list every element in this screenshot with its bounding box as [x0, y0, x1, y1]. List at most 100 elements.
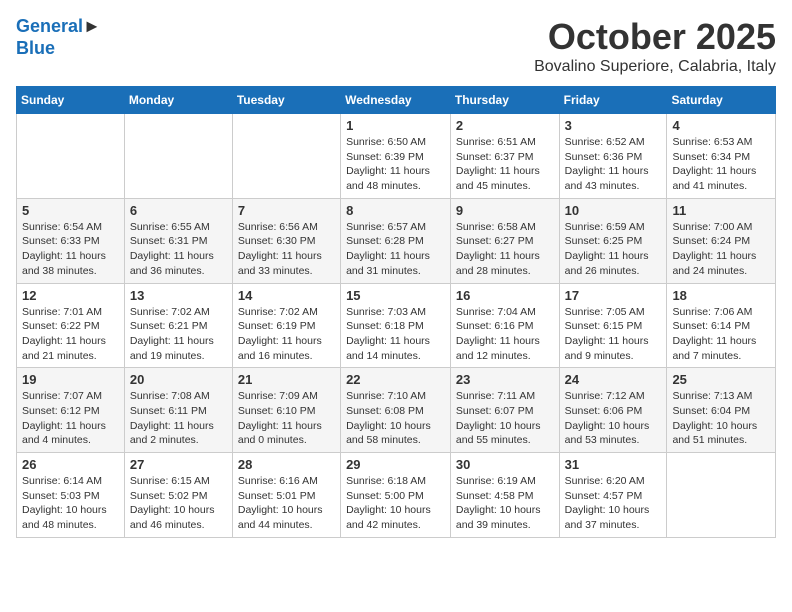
cell-info: Sunrise: 6:54 AM Sunset: 6:33 PM Dayligh… [22, 220, 119, 279]
day-number: 10 [565, 203, 662, 218]
calendar-cell: 10 Sunrise: 6:59 AM Sunset: 6:25 PM Dayli… [559, 198, 667, 283]
cell-info: Sunrise: 7:10 AM Sunset: 6:08 PM Dayligh… [346, 389, 445, 448]
cell-info: Sunrise: 6:57 AM Sunset: 6:28 PM Dayligh… [346, 220, 445, 279]
calendar-cell: 1 Sunrise: 6:50 AM Sunset: 6:39 PM Daylig… [341, 114, 451, 199]
day-number: 5 [22, 203, 119, 218]
day-number: 21 [238, 372, 335, 387]
day-number: 18 [672, 288, 770, 303]
day-number: 20 [130, 372, 227, 387]
day-number: 24 [565, 372, 662, 387]
calendar-table: SundayMondayTuesdayWednesdayThursdayFrid… [16, 86, 776, 538]
calendar-cell: 16 Sunrise: 7:04 AM Sunset: 6:16 PM Dayli… [450, 283, 559, 368]
cell-info: Sunrise: 6:19 AM Sunset: 4:58 PM Dayligh… [456, 474, 554, 533]
day-number: 9 [456, 203, 554, 218]
cell-info: Sunrise: 7:02 AM Sunset: 6:21 PM Dayligh… [130, 305, 227, 364]
calendar-cell: 9 Sunrise: 6:58 AM Sunset: 6:27 PM Daylig… [450, 198, 559, 283]
calendar-cell: 26Sunrise: 6:14 AM Sunset: 5:03 PM Dayli… [17, 453, 125, 538]
day-number: 17 [565, 288, 662, 303]
calendar-cell [17, 114, 125, 199]
day-number: 11 [672, 203, 770, 218]
calendar-cell: 2 Sunrise: 6:51 AM Sunset: 6:37 PM Daylig… [450, 114, 559, 199]
calendar-cell: 6 Sunrise: 6:55 AM Sunset: 6:31 PM Daylig… [124, 198, 232, 283]
page-header: General►Blue October 2025 Bovalino Super… [16, 16, 776, 76]
calendar-cell: 4 Sunrise: 6:53 AM Sunset: 6:34 PM Daylig… [667, 114, 776, 199]
col-header-sunday: Sunday [17, 87, 125, 114]
col-header-friday: Friday [559, 87, 667, 114]
calendar-cell: 11 Sunrise: 7:00 AM Sunset: 6:24 PM Dayli… [667, 198, 776, 283]
month-title: October 2025 [534, 16, 776, 58]
day-number: 15 [346, 288, 445, 303]
calendar-cell [667, 453, 776, 538]
cell-info: Sunrise: 7:13 AM Sunset: 6:04 PM Dayligh… [672, 389, 770, 448]
cell-info: Sunrise: 6:53 AM Sunset: 6:34 PM Dayligh… [672, 135, 770, 194]
col-header-tuesday: Tuesday [232, 87, 340, 114]
day-number: 14 [238, 288, 335, 303]
day-number: 25 [672, 372, 770, 387]
cell-info: Sunrise: 7:03 AM Sunset: 6:18 PM Dayligh… [346, 305, 445, 364]
cell-info: Sunrise: 6:50 AM Sunset: 6:39 PM Dayligh… [346, 135, 445, 194]
day-number: 31 [565, 457, 662, 472]
cell-info: Sunrise: 6:18 AM Sunset: 5:00 PM Dayligh… [346, 474, 445, 533]
calendar-cell: 27 Sunrise: 6:15 AM Sunset: 5:02 PM Dayli… [124, 453, 232, 538]
logo: General►Blue [16, 16, 101, 59]
calendar-cell: 13 Sunrise: 7:02 AM Sunset: 6:21 PM Dayli… [124, 283, 232, 368]
calendar-cell: 15 Sunrise: 7:03 AM Sunset: 6:18 PM Dayli… [341, 283, 451, 368]
day-number: 6 [130, 203, 227, 218]
day-number: 30 [456, 457, 554, 472]
calendar-cell: 7Sunrise: 6:56 AM Sunset: 6:30 PM Daylig… [232, 198, 340, 283]
day-number: 12 [22, 288, 119, 303]
calendar-cell: 24 Sunrise: 7:12 AM Sunset: 6:06 PM Dayli… [559, 368, 667, 453]
cell-info: Sunrise: 6:58 AM Sunset: 6:27 PM Dayligh… [456, 220, 554, 279]
cell-info: Sunrise: 6:51 AM Sunset: 6:37 PM Dayligh… [456, 135, 554, 194]
cell-info: Sunrise: 7:12 AM Sunset: 6:06 PM Dayligh… [565, 389, 662, 448]
cell-info: Sunrise: 7:00 AM Sunset: 6:24 PM Dayligh… [672, 220, 770, 279]
cell-info: Sunrise: 7:08 AM Sunset: 6:11 PM Dayligh… [130, 389, 227, 448]
cell-info: Sunrise: 6:15 AM Sunset: 5:02 PM Dayligh… [130, 474, 227, 533]
day-number: 22 [346, 372, 445, 387]
cell-info: Sunrise: 6:55 AM Sunset: 6:31 PM Dayligh… [130, 220, 227, 279]
col-header-monday: Monday [124, 87, 232, 114]
day-number: 29 [346, 457, 445, 472]
day-number: 1 [346, 118, 445, 133]
cell-info: Sunrise: 7:07 AM Sunset: 6:12 PM Dayligh… [22, 389, 119, 448]
location: Bovalino Superiore, Calabria, Italy [534, 58, 776, 76]
calendar-cell [124, 114, 232, 199]
calendar-cell: 12 Sunrise: 7:01 AM Sunset: 6:22 PM Dayli… [17, 283, 125, 368]
calendar-cell: 19 Sunrise: 7:07 AM Sunset: 6:12 PM Dayli… [17, 368, 125, 453]
logo-text: General►Blue [16, 16, 101, 59]
calendar-cell: 14 Sunrise: 7:02 AM Sunset: 6:19 PM Dayli… [232, 283, 340, 368]
day-number: 3 [565, 118, 662, 133]
day-number: 23 [456, 372, 554, 387]
col-header-wednesday: Wednesday [341, 87, 451, 114]
day-number: 16 [456, 288, 554, 303]
calendar-cell: 29 Sunrise: 6:18 AM Sunset: 5:00 PM Dayli… [341, 453, 451, 538]
calendar-cell: 23 Sunrise: 7:11 AM Sunset: 6:07 PM Dayli… [450, 368, 559, 453]
title-block: October 2025 Bovalino Superiore, Calabri… [534, 16, 776, 76]
cell-info: Sunrise: 7:04 AM Sunset: 6:16 PM Dayligh… [456, 305, 554, 364]
calendar-cell: 3Sunrise: 6:52 AM Sunset: 6:36 PM Daylig… [559, 114, 667, 199]
calendar-cell: 8 Sunrise: 6:57 AM Sunset: 6:28 PM Daylig… [341, 198, 451, 283]
day-number: 13 [130, 288, 227, 303]
day-number: 19 [22, 372, 119, 387]
cell-info: Sunrise: 7:11 AM Sunset: 6:07 PM Dayligh… [456, 389, 554, 448]
calendar-cell: 21Sunrise: 7:09 AM Sunset: 6:10 PM Dayli… [232, 368, 340, 453]
calendar-cell: 18Sunrise: 7:06 AM Sunset: 6:14 PM Dayli… [667, 283, 776, 368]
day-number: 2 [456, 118, 554, 133]
cell-info: Sunrise: 7:01 AM Sunset: 6:22 PM Dayligh… [22, 305, 119, 364]
cell-info: Sunrise: 6:20 AM Sunset: 4:57 PM Dayligh… [565, 474, 662, 533]
cell-info: Sunrise: 7:02 AM Sunset: 6:19 PM Dayligh… [238, 305, 335, 364]
calendar-cell: 17 Sunrise: 7:05 AM Sunset: 6:15 PM Dayli… [559, 283, 667, 368]
day-number: 8 [346, 203, 445, 218]
cell-info: Sunrise: 6:16 AM Sunset: 5:01 PM Dayligh… [238, 474, 335, 533]
cell-info: Sunrise: 7:05 AM Sunset: 6:15 PM Dayligh… [565, 305, 662, 364]
calendar-cell: 22 Sunrise: 7:10 AM Sunset: 6:08 PM Dayli… [341, 368, 451, 453]
calendar-cell [232, 114, 340, 199]
cell-info: Sunrise: 6:59 AM Sunset: 6:25 PM Dayligh… [565, 220, 662, 279]
calendar-cell: 25 Sunrise: 7:13 AM Sunset: 6:04 PM Dayli… [667, 368, 776, 453]
col-header-thursday: Thursday [450, 87, 559, 114]
calendar-cell: 31 Sunrise: 6:20 AM Sunset: 4:57 PM Dayli… [559, 453, 667, 538]
day-number: 27 [130, 457, 227, 472]
cell-info: Sunrise: 6:56 AM Sunset: 6:30 PM Dayligh… [238, 220, 335, 279]
day-number: 26 [22, 457, 119, 472]
day-number: 4 [672, 118, 770, 133]
